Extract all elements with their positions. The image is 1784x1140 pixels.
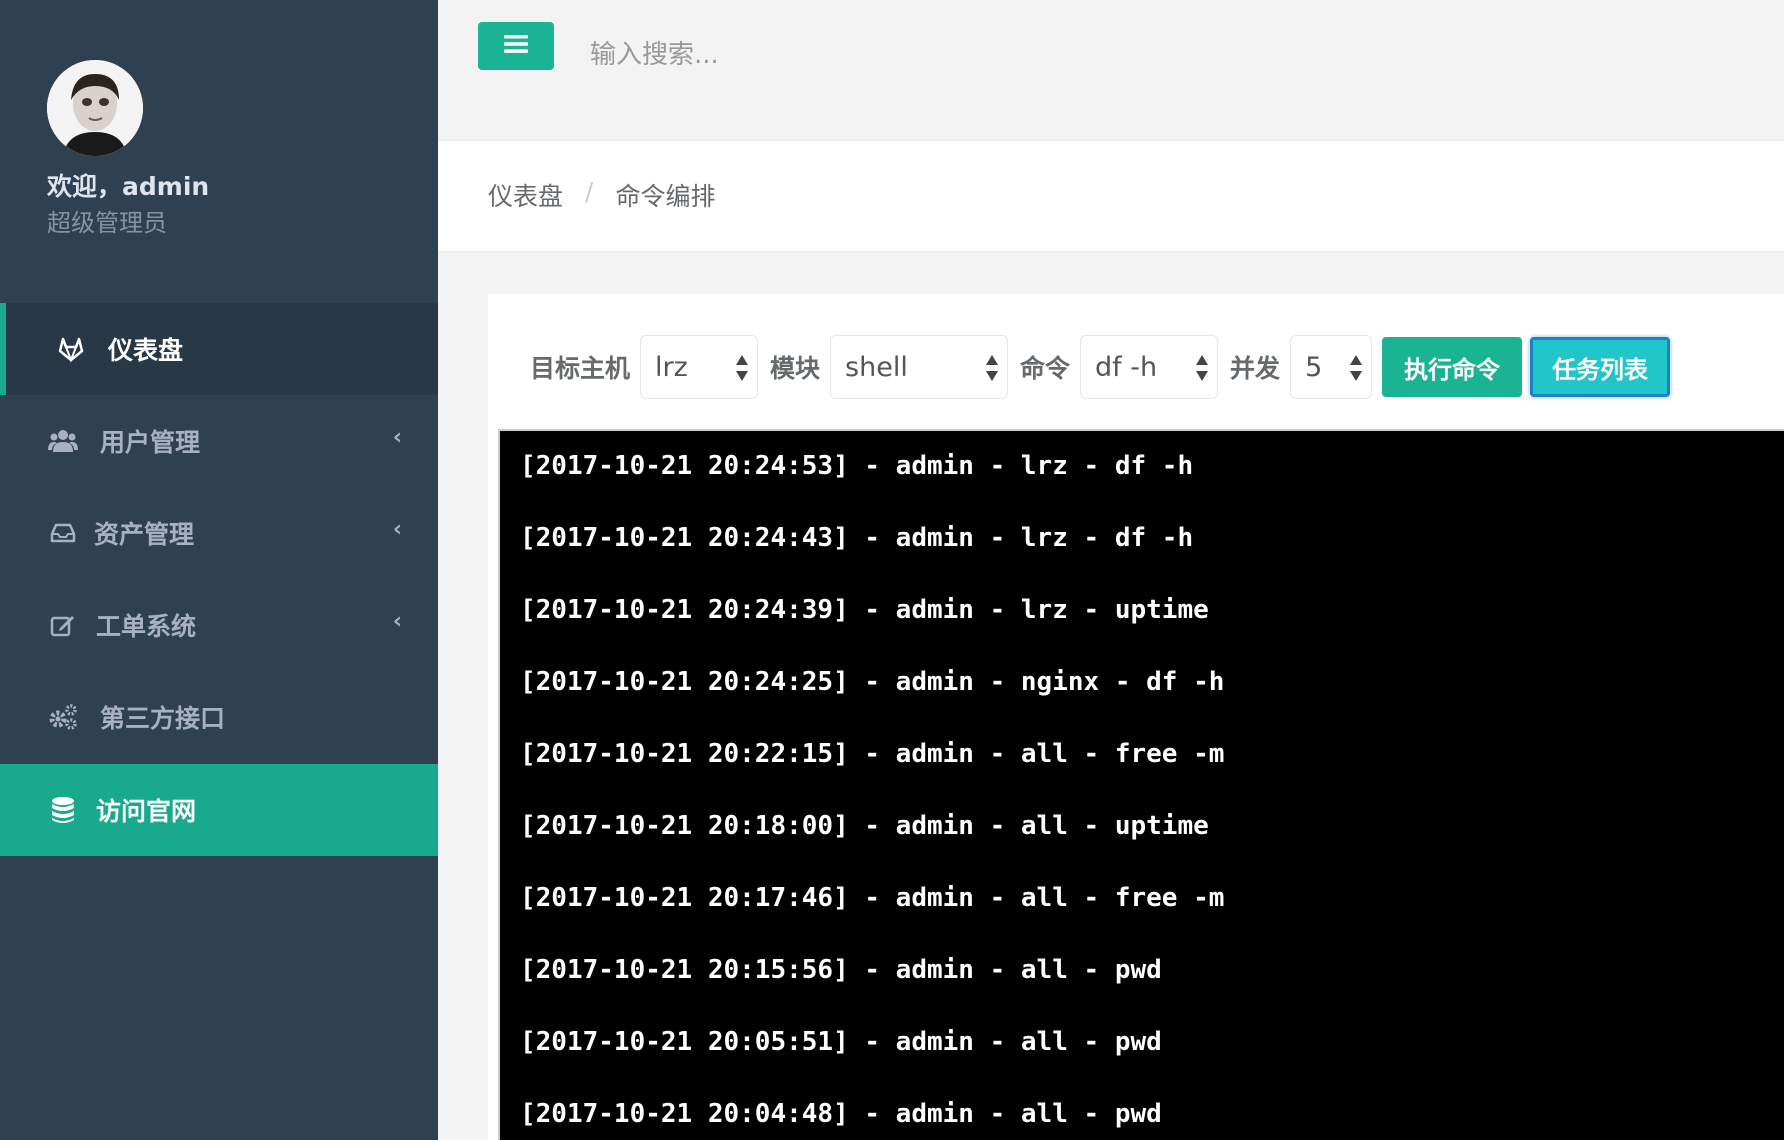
select-arrows-icon: [1196, 355, 1209, 381]
task-list-button[interactable]: 任务列表: [1530, 337, 1671, 397]
edit-icon: [46, 608, 80, 642]
command-label: 命令: [1020, 354, 1071, 383]
command-select-value: df -h: [1095, 351, 1158, 383]
module-select[interactable]: shell: [830, 335, 1009, 399]
select-arrows-icon: [986, 355, 999, 381]
command-select[interactable]: df -h: [1080, 335, 1219, 399]
database-icon: [46, 793, 80, 827]
log-line: [2017-10-21 20:24:25] - admin - nginx - …: [520, 667, 1225, 697]
welcome-text: 欢迎，admin: [47, 172, 210, 201]
breadcrumb-current: 命令编排: [615, 182, 716, 211]
log-line: [2017-10-21 20:17:46] - admin - all - fr…: [520, 883, 1225, 913]
module-select-value: shell: [845, 351, 908, 383]
module-label: 模块: [770, 354, 821, 383]
chevron-left-icon: ‹: [392, 517, 402, 542]
sidebar: 欢迎，admin 超级管理员 仪表盘 用户管理 ‹ 资产管理 ‹ 工单系统 ‹ …: [0, 0, 438, 1140]
top-navbar: [438, 0, 1784, 141]
log-line: [2017-10-21 20:04:48] - admin - all - pw…: [520, 1099, 1162, 1129]
log-line: [2017-10-21 20:24:39] - admin - lrz - up…: [520, 595, 1209, 625]
sidebar-item-tickets[interactable]: 工单系统 ‹: [0, 579, 438, 671]
search-input[interactable]: [588, 24, 1192, 86]
avatar[interactable]: [47, 60, 143, 156]
gears-icon: [46, 700, 80, 734]
breadcrumb: 仪表盘 / 命令编排: [488, 177, 715, 213]
concurrency-label: 并发: [1230, 354, 1281, 383]
command-log-console[interactable]: [2017-10-21 20:24:53] - admin - lrz - df…: [498, 429, 1784, 1140]
gitlab-fox-icon: [54, 332, 88, 366]
sidebar-item-label: 工单系统: [96, 612, 197, 641]
select-arrows-icon: [736, 355, 749, 381]
concurrency-select[interactable]: 5: [1290, 335, 1373, 399]
sidebar-item-label: 仪表盘: [108, 336, 184, 365]
menu-toggle-button[interactable]: [478, 22, 554, 70]
host-select[interactable]: lrz: [640, 335, 759, 399]
host-label: 目标主机: [530, 354, 631, 383]
select-arrows-icon: [1350, 355, 1363, 381]
host-select-value: lrz: [655, 351, 688, 383]
sidebar-item-assets[interactable]: 资产管理 ‹: [0, 487, 438, 579]
execute-command-button[interactable]: 执行命令: [1382, 337, 1523, 397]
log-line: [2017-10-21 20:05:51] - admin - all - pw…: [520, 1027, 1162, 1057]
breadcrumb-separator: /: [585, 177, 594, 206]
hamburger-icon: [503, 34, 529, 58]
sidebar-item-dashboard[interactable]: 仪表盘: [0, 303, 438, 395]
concurrency-select-value: 5: [1305, 351, 1323, 383]
sidebar-item-users[interactable]: 用户管理 ‹: [0, 395, 438, 487]
user-role: 超级管理员: [47, 209, 167, 237]
log-line: [2017-10-21 20:22:15] - admin - all - fr…: [520, 739, 1225, 769]
command-panel: 目标主机 lrz 模块 shell 命令 df -h 并发 5 执行命令 任务列…: [488, 294, 1784, 1140]
sidebar-item-third-party[interactable]: 第三方接口: [0, 671, 438, 763]
log-line: [2017-10-21 20:18:00] - admin - all - up…: [520, 811, 1209, 841]
command-form: 目标主机 lrz 模块 shell 命令 df -h 并发 5 执行命令 任务列…: [528, 334, 1671, 400]
chevron-left-icon: ‹: [392, 609, 402, 634]
chevron-left-icon: ‹: [392, 425, 402, 450]
sidebar-item-label: 用户管理: [100, 428, 201, 457]
sidebar-item-label: 资产管理: [94, 520, 195, 549]
sidebar-item-label: 第三方接口: [100, 704, 226, 733]
users-icon: [46, 424, 80, 458]
log-line: [2017-10-21 20:15:56] - admin - all - pw…: [520, 955, 1162, 985]
sidebar-item-label: 访问官网: [96, 797, 197, 826]
page-heading: 仪表盘 / 命令编排: [438, 141, 1784, 252]
log-line: [2017-10-21 20:24:43] - admin - lrz - df…: [520, 523, 1194, 553]
log-line: [2017-10-21 20:24:53] - admin - lrz - df…: [520, 451, 1194, 481]
breadcrumb-home-link[interactable]: 仪表盘: [488, 177, 563, 213]
inbox-icon: [46, 516, 80, 550]
sidebar-item-official-site[interactable]: 访问官网: [0, 764, 438, 856]
